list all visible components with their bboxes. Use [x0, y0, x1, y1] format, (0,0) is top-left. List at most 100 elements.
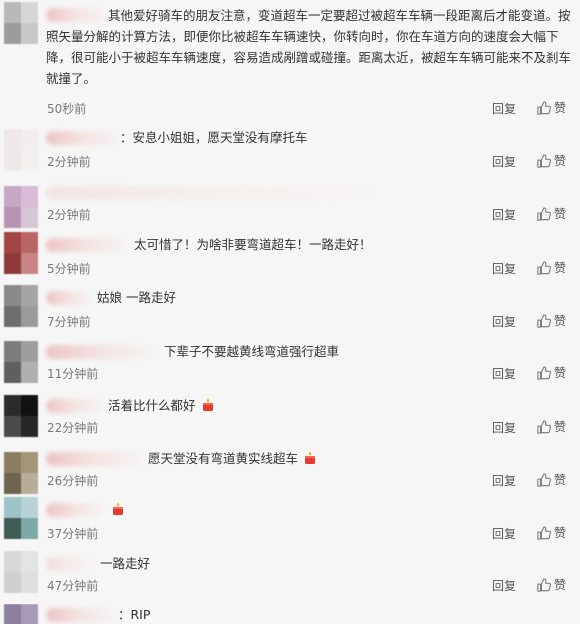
- thumbs-up-icon: [537, 577, 551, 592]
- comment-item: 太可惜了！为啥非要弯道超车！一路走好！ 5分钟前 回复 赞: [0, 232, 580, 280]
- avatar-pixel: [21, 518, 38, 539]
- comment-text: 一路走好: [100, 556, 151, 571]
- avatar-pixel: [4, 232, 21, 253]
- comment-item: 37分钟前 回复 赞: [0, 497, 580, 545]
- avatar-pixel: [21, 362, 38, 383]
- thumbs-up-icon: [537, 100, 551, 115]
- avatar-pixel: [4, 23, 21, 44]
- reply-button[interactable]: 回复: [492, 206, 516, 223]
- username-redacted[interactable]: [46, 399, 102, 413]
- avatar-pixel: [4, 306, 21, 327]
- reply-button[interactable]: 回复: [492, 472, 516, 489]
- reply-button[interactable]: 回复: [492, 525, 516, 542]
- reply-button[interactable]: 回复: [492, 313, 516, 330]
- avatar[interactable]: [4, 395, 38, 437]
- thumbs-up-icon: [537, 313, 551, 328]
- username-redacted[interactable]: [46, 503, 104, 517]
- avatar-pixel: [4, 341, 21, 362]
- username-redacted[interactable]: [46, 238, 126, 252]
- like-button[interactable]: 赞: [537, 576, 566, 593]
- like-label: 赞: [554, 526, 567, 540]
- avatar-pixel: [21, 497, 38, 518]
- comment-text: ：RIP: [118, 607, 151, 622]
- reply-button[interactable]: 回复: [492, 365, 516, 382]
- username-redacted[interactable]: [46, 291, 92, 305]
- comment-text: 活着比什么都好: [108, 398, 196, 413]
- reply-button[interactable]: 回复: [492, 260, 516, 277]
- like-button[interactable]: 赞: [537, 205, 566, 222]
- avatar[interactable]: [4, 232, 38, 274]
- comment-time: 47分钟前: [47, 579, 99, 593]
- username-redacted[interactable]: [46, 557, 96, 571]
- reply-button[interactable]: 回复: [492, 419, 516, 436]
- reply-button[interactable]: 回复: [492, 100, 516, 117]
- avatar-pixel: [4, 604, 21, 624]
- like-button[interactable]: 赞: [537, 471, 566, 488]
- like-button[interactable]: 赞: [537, 259, 566, 276]
- avatar-pixel: [21, 207, 38, 228]
- like-label: 赞: [554, 366, 567, 380]
- username-redacted[interactable]: [46, 345, 154, 359]
- like-label: 赞: [554, 473, 567, 487]
- avatar-pixel: [4, 129, 21, 150]
- comment-item: 活着比什么都好 22分钟前 回复 赞: [0, 393, 580, 441]
- avatar[interactable]: [4, 604, 38, 624]
- like-label: 赞: [554, 314, 567, 328]
- comment-time: 37分钟前: [47, 527, 99, 541]
- comment-text-row: 活着比什么都好: [108, 395, 215, 416]
- comment-item: 愿天堂没有弯道黄实线超车 26分钟前 回复 赞: [0, 446, 580, 494]
- comment-item: 其他爱好骑车的朋友注意，变道超车一定要超过被超车车辆一段距离后才能变道。按照矢量…: [0, 0, 580, 117]
- candle-emoji-icon: [305, 451, 315, 464]
- comment-time: 2分钟前: [47, 155, 91, 169]
- comment-text: 太可惜了！为啥非要弯道超车！一路走好！: [134, 237, 372, 252]
- avatar-pixel: [4, 186, 21, 207]
- avatar[interactable]: [4, 341, 38, 383]
- avatar[interactable]: [4, 551, 38, 593]
- thumbs-up-icon: [537, 153, 551, 168]
- thumbs-up-icon: [537, 206, 551, 221]
- like-button[interactable]: 赞: [537, 99, 566, 116]
- comment-time: 11分钟前: [47, 367, 99, 381]
- avatar-pixel: [4, 452, 21, 473]
- comment-time: 7分钟前: [47, 315, 91, 329]
- avatar-pixel: [21, 341, 38, 362]
- avatar[interactable]: [4, 186, 38, 228]
- avatar-pixel: [4, 285, 21, 306]
- thumbs-up-icon: [537, 472, 551, 487]
- comment-time: 26分钟前: [47, 474, 99, 488]
- avatar[interactable]: [4, 285, 38, 327]
- avatar[interactable]: [4, 497, 38, 539]
- avatar-pixel: [4, 395, 21, 416]
- avatar-pixel: [4, 473, 21, 494]
- like-button[interactable]: 赞: [537, 364, 566, 381]
- comment-item: 下辈子不要越黄线弯道强行超車 11分钟前 回复 赞: [0, 339, 580, 387]
- like-button[interactable]: 赞: [537, 524, 566, 541]
- username-redacted[interactable]: [46, 131, 118, 145]
- avatar-pixel: [21, 253, 38, 274]
- comment-text-row: [110, 499, 125, 520]
- reply-button[interactable]: 回复: [492, 153, 516, 170]
- comment-time: 5分钟前: [47, 262, 91, 276]
- comment-time: 50秒前: [47, 102, 87, 116]
- avatar-pixel: [4, 551, 21, 572]
- comment-text: ：安息小姐姐，愿天堂没有摩托车: [120, 130, 308, 145]
- avatar-pixel: [4, 416, 21, 437]
- thumbs-up-icon: [537, 419, 551, 434]
- username-redacted[interactable]: [46, 452, 142, 466]
- reply-button[interactable]: 回复: [492, 577, 516, 594]
- comment-time: 22分钟前: [47, 421, 99, 435]
- avatar[interactable]: [4, 452, 38, 494]
- thumbs-up-icon: [537, 365, 551, 380]
- avatar-pixel: [21, 23, 38, 44]
- avatar-pixel: [4, 253, 21, 274]
- like-button[interactable]: 赞: [537, 312, 566, 329]
- avatar-pixel: [4, 362, 21, 383]
- like-button[interactable]: 赞: [537, 418, 566, 435]
- username-redacted[interactable]: [46, 186, 376, 200]
- avatar-pixel: [21, 604, 38, 624]
- username-redacted[interactable]: [46, 608, 114, 622]
- like-button[interactable]: 赞: [537, 152, 566, 169]
- avatar[interactable]: [4, 129, 38, 171]
- avatar[interactable]: [4, 2, 38, 44]
- avatar-pixel: [21, 2, 38, 23]
